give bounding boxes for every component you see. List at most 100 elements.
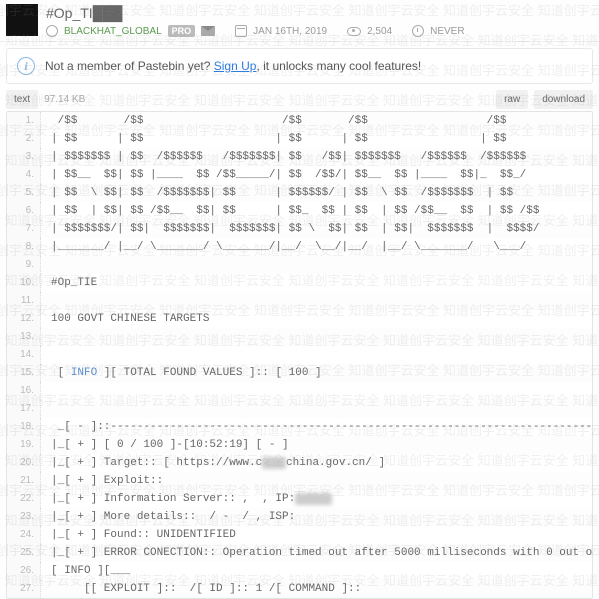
filesize: 97.14 KB xyxy=(44,94,85,105)
code-line[interactable]: |_[ + ] More details:: / - / , ISP: xyxy=(41,508,592,526)
code-line[interactable]: /$$ /$$ /$$ /$$ /$$ xyxy=(41,112,592,130)
line-number[interactable]: 16. xyxy=(7,382,41,400)
code-row: 26.[ INFO ][___ xyxy=(7,562,592,580)
line-number[interactable]: 25. xyxy=(7,544,41,562)
code-line[interactable] xyxy=(41,328,592,346)
paste-title: #Op_TI███ xyxy=(46,4,593,22)
line-number[interactable]: 23. xyxy=(7,508,41,526)
code-row: 25.|_[ + ] ERROR CONECTION:: Operation t… xyxy=(7,544,592,562)
line-number[interactable]: 11. xyxy=(7,292,41,310)
code-line[interactable]: |_[ + ] Exploit:: xyxy=(41,472,592,490)
code-row: 15. [ INFO ][ TOTAL FOUND VALUES ]:: [ 1… xyxy=(7,364,592,382)
line-number[interactable]: 7. xyxy=(7,220,41,238)
code-row: 12.100 GOVT CHINESE TARGETS xyxy=(7,310,592,328)
code-line[interactable]: | $$ \ $$| $$ /$$$$$$$| $$ | $$$$$$/ | $… xyxy=(41,184,592,202)
code-line[interactable]: | $$ | $$ | $$ | $$ | $$ xyxy=(41,130,592,148)
code-line[interactable] xyxy=(41,346,592,364)
code-line[interactable]: | $$$$$$$ | $$ /$$$$$$ /$$$$$$$| $$ /$$|… xyxy=(41,148,592,166)
signup-link[interactable]: Sign Up xyxy=(214,59,257,73)
code-line[interactable] xyxy=(41,256,592,274)
line-number[interactable]: 8. xyxy=(7,238,41,256)
info-icon: i xyxy=(17,57,35,75)
code-row: 20.|_[ + ] Target:: [ https://www.cXXXch… xyxy=(7,454,592,472)
line-number[interactable]: 15. xyxy=(7,364,41,382)
line-number[interactable]: 21. xyxy=(7,472,41,490)
code-line[interactable] xyxy=(41,382,592,400)
code-row: 1. /$$ /$$ /$$ /$$ /$$ xyxy=(7,112,592,130)
header-body: #Op_TI███ BLACKHAT_GLOBAL PRO JAN 16TH, … xyxy=(46,4,593,37)
avatar[interactable] xyxy=(6,4,38,36)
notice-text: Not a member of Pastebin yet? Sign Up, i… xyxy=(45,59,421,73)
line-number[interactable]: 26. xyxy=(7,562,41,580)
code-line[interactable]: |_______/ |__/ \_______/ \_______/|__/ \… xyxy=(41,238,592,256)
notice-suffix: , it unlocks many cool features! xyxy=(256,59,421,73)
eye-icon xyxy=(347,27,361,36)
code-row: 24.|_[ + ] Found:: UNIDENTIFIED xyxy=(7,526,592,544)
line-number[interactable]: 20. xyxy=(7,454,41,472)
line-number[interactable]: 14. xyxy=(7,346,41,364)
code-line[interactable]: | $$__ $$| $$ |____ $$ /$$_____/| $$ /$$… xyxy=(41,166,592,184)
line-number[interactable]: 9. xyxy=(7,256,41,274)
pro-badge: PRO xyxy=(168,25,196,37)
calendar-icon xyxy=(235,25,247,37)
toolbar: text 97.14 KB raw download xyxy=(6,90,593,109)
meta-row: BLACKHAT_GLOBAL PRO JAN 16TH, 2019 2,504… xyxy=(46,25,593,37)
paste-header: #Op_TI███ BLACKHAT_GLOBAL PRO JAN 16TH, … xyxy=(0,0,599,42)
code-row: 8.|_______/ |__/ \_______/ \_______/|__/… xyxy=(7,238,592,256)
code-line[interactable] xyxy=(41,400,592,418)
line-number[interactable]: 19. xyxy=(7,436,41,454)
code-row: 6.| $$ | $$| $$ /$$__ $$| $$ | $$_ $$ | … xyxy=(7,202,592,220)
code-line[interactable]: [ INFO ][ TOTAL FOUND VALUES ]:: [ 100 ] xyxy=(41,364,592,382)
code-line[interactable] xyxy=(41,292,592,310)
line-number[interactable]: 12. xyxy=(7,310,41,328)
date-text: JAN 16TH, 2019 xyxy=(253,26,327,37)
code-row: 21.|_[ + ] Exploit:: xyxy=(7,472,592,490)
line-number[interactable]: 2. xyxy=(7,130,41,148)
code-row: 7.| $$$$$$$/| $$| $$$$$$$| $$$$$$$| $$ \… xyxy=(7,220,592,238)
code-block[interactable]: 1. /$$ /$$ /$$ /$$ /$$ 2.| $$ | $$ | $$ … xyxy=(6,111,593,599)
code-row: 22.|_[ + ] Information Server:: , , IP:X… xyxy=(7,490,592,508)
line-number[interactable]: 3. xyxy=(7,148,41,166)
code-line[interactable]: | $$ | $$| $$ /$$__ $$| $$ | $$_ $$ | $$… xyxy=(41,202,592,220)
line-number[interactable]: 1. xyxy=(7,112,41,130)
code-line[interactable]: |_[ + ] Found:: UNIDENTIFIED xyxy=(41,526,592,544)
text-button[interactable]: text xyxy=(6,90,38,109)
author-link[interactable]: BLACKHAT_GLOBAL xyxy=(64,26,162,37)
code-row: 27. [[ EXPLOIT ]:: /[ ID ]:: 1 /[ COMMAN… xyxy=(7,580,592,598)
raw-button[interactable]: raw xyxy=(496,90,528,109)
code-row: 13. xyxy=(7,328,592,346)
code-row: 9. xyxy=(7,256,592,274)
line-number[interactable]: 27. xyxy=(7,580,41,598)
line-number[interactable]: 4. xyxy=(7,166,41,184)
views-text: 2,504 xyxy=(367,26,392,37)
code-row: 23.|_[ + ] More details:: / - / , ISP: xyxy=(7,508,592,526)
code-line[interactable]: |_[ + ] [ 0 / 100 ]-[10:52:19] [ - ] xyxy=(41,436,592,454)
code-row: 14. xyxy=(7,346,592,364)
code-line[interactable]: |_[ + ] Information Server:: , , IP:XXXX… xyxy=(41,490,592,508)
code-line[interactable]: [[ EXPLOIT ]:: /[ ID ]:: 1 /[ COMMAND ]:… xyxy=(41,580,592,598)
code-row: 18. _[ - ]::----------------------------… xyxy=(7,418,592,436)
code-row: 5.| $$ \ $$| $$ /$$$$$$$| $$ | $$$$$$/ |… xyxy=(7,184,592,202)
code-row: 2.| $$ | $$ | $$ | $$ | $$ xyxy=(7,130,592,148)
signup-notice: i Not a member of Pastebin yet? Sign Up,… xyxy=(6,48,593,84)
code-row: 3.| $$$$$$$ | $$ /$$$$$$ /$$$$$$$| $$ /$… xyxy=(7,148,592,166)
code-line[interactable]: #Op_TIE xyxy=(41,274,592,292)
download-button[interactable]: download xyxy=(534,90,593,109)
code-line[interactable]: |_[ + ] ERROR CONECTION:: Operation time… xyxy=(41,544,592,562)
line-number[interactable]: 22. xyxy=(7,490,41,508)
code-line[interactable]: | $$$$$$$/| $$| $$$$$$$| $$$$$$$| $$ \ $… xyxy=(41,220,592,238)
line-number[interactable]: 24. xyxy=(7,526,41,544)
line-number[interactable]: 6. xyxy=(7,202,41,220)
code-line[interactable]: [ INFO ][___ xyxy=(41,562,592,580)
clock-icon xyxy=(412,25,424,37)
line-number[interactable]: 10. xyxy=(7,274,41,292)
message-icon[interactable] xyxy=(201,26,215,36)
code-row: 19.|_[ + ] [ 0 / 100 ]-[10:52:19] [ - ] xyxy=(7,436,592,454)
code-line[interactable]: |_[ + ] Target:: [ https://www.cXXXchina… xyxy=(41,454,592,472)
line-number[interactable]: 17. xyxy=(7,400,41,418)
code-line[interactable]: _[ - ]::--------------------------------… xyxy=(41,418,592,436)
line-number[interactable]: 5. xyxy=(7,184,41,202)
code-line[interactable]: 100 GOVT CHINESE TARGETS xyxy=(41,310,592,328)
line-number[interactable]: 18. xyxy=(7,418,41,436)
line-number[interactable]: 13. xyxy=(7,328,41,346)
